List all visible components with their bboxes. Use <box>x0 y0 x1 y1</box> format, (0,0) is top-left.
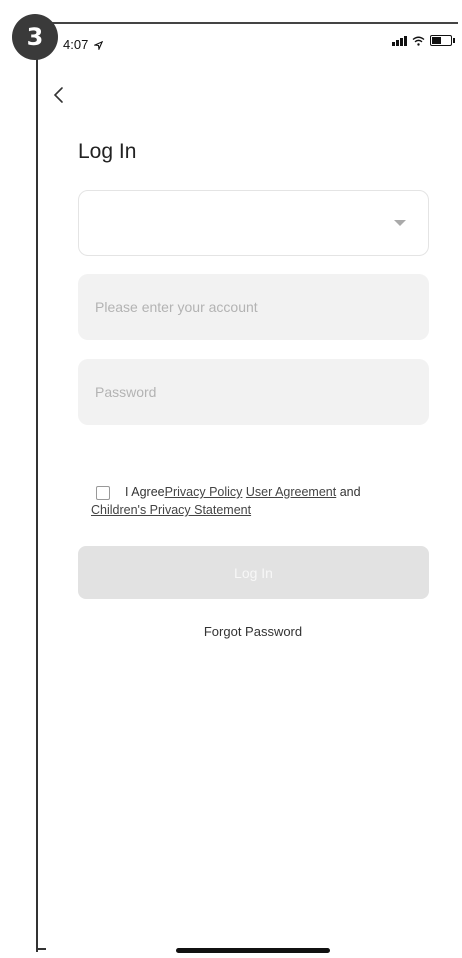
battery-icon <box>430 35 455 46</box>
agreement-line-2: Children's Privacy Statement <box>91 503 251 517</box>
back-chevron-icon[interactable] <box>48 84 70 106</box>
childrens-privacy-link[interactable]: Children's Privacy Statement <box>91 503 251 517</box>
privacy-policy-link[interactable]: Privacy Policy <box>165 485 243 499</box>
account-input[interactable] <box>78 274 429 340</box>
phone-frame-top <box>36 22 458 24</box>
login-screen: 3 4:07 Log In I AgreePrivacy Poli <box>0 0 462 958</box>
forgot-password-link[interactable]: Forgot Password <box>0 624 462 639</box>
phone-frame-left <box>36 40 38 952</box>
home-indicator[interactable] <box>176 948 330 953</box>
account-field[interactable] <box>78 274 429 340</box>
location-arrow-icon <box>92 40 104 52</box>
password-field[interactable] <box>78 359 429 425</box>
region-select[interactable] <box>78 190 429 256</box>
agreement-prefix: I Agree <box>125 485 165 499</box>
password-input[interactable] <box>78 359 429 425</box>
agreement-line-1: I AgreePrivacy Policy User Agreement and <box>125 485 361 499</box>
user-agreement-link[interactable]: User Agreement <box>246 485 336 499</box>
status-time-text: 4:07 <box>63 37 89 52</box>
signal-icon <box>392 35 407 46</box>
status-bar-time: 4:07 <box>63 37 104 52</box>
login-button[interactable]: Log In <box>78 546 429 599</box>
status-bar-icons <box>392 35 455 46</box>
agreement-and-text: and <box>339 485 361 499</box>
wifi-icon <box>412 36 425 46</box>
step-number-badge: 3 <box>12 14 58 60</box>
agreement-checkbox[interactable] <box>96 486 110 500</box>
page-title: Log In <box>78 140 137 163</box>
phone-frame-corner <box>36 948 46 950</box>
caret-down-icon <box>394 220 406 226</box>
